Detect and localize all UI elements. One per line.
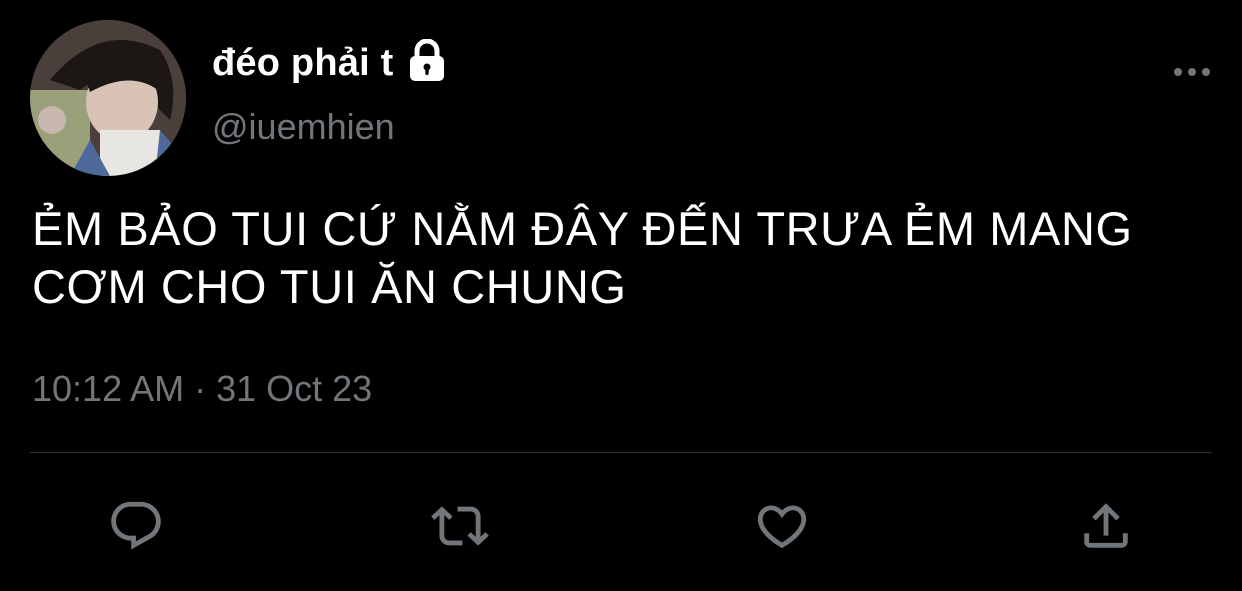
handle[interactable]: @iuemhien [212,106,395,148]
share-icon [1084,503,1128,548]
tweet-text: ẺM BẢO TUI CỨ NẰM ĐÂY ĐẾN TRƯA ẺM MANG C… [32,202,1133,313]
lock-icon [407,38,447,83]
reply-icon [111,501,161,550]
retweet-icon [431,506,489,546]
avatar[interactable] [30,20,186,176]
reply-button[interactable] [106,496,166,556]
divider [30,452,1212,453]
more-options-icon[interactable] [1172,60,1212,84]
heart-icon [757,505,807,549]
tweet-card: đéo phải t @iuemhien ẺM BẢO TUI CỨ NẰM Đ… [0,0,1242,591]
share-button[interactable] [1076,496,1136,556]
display-name-row: đéo phải t [212,38,447,88]
display-name[interactable]: đéo phải t [212,42,393,85]
timestamp[interactable]: 10:12 AM · 31 Oct 23 [32,368,372,410]
like-button[interactable] [752,496,812,556]
retweet-button[interactable] [430,496,490,556]
